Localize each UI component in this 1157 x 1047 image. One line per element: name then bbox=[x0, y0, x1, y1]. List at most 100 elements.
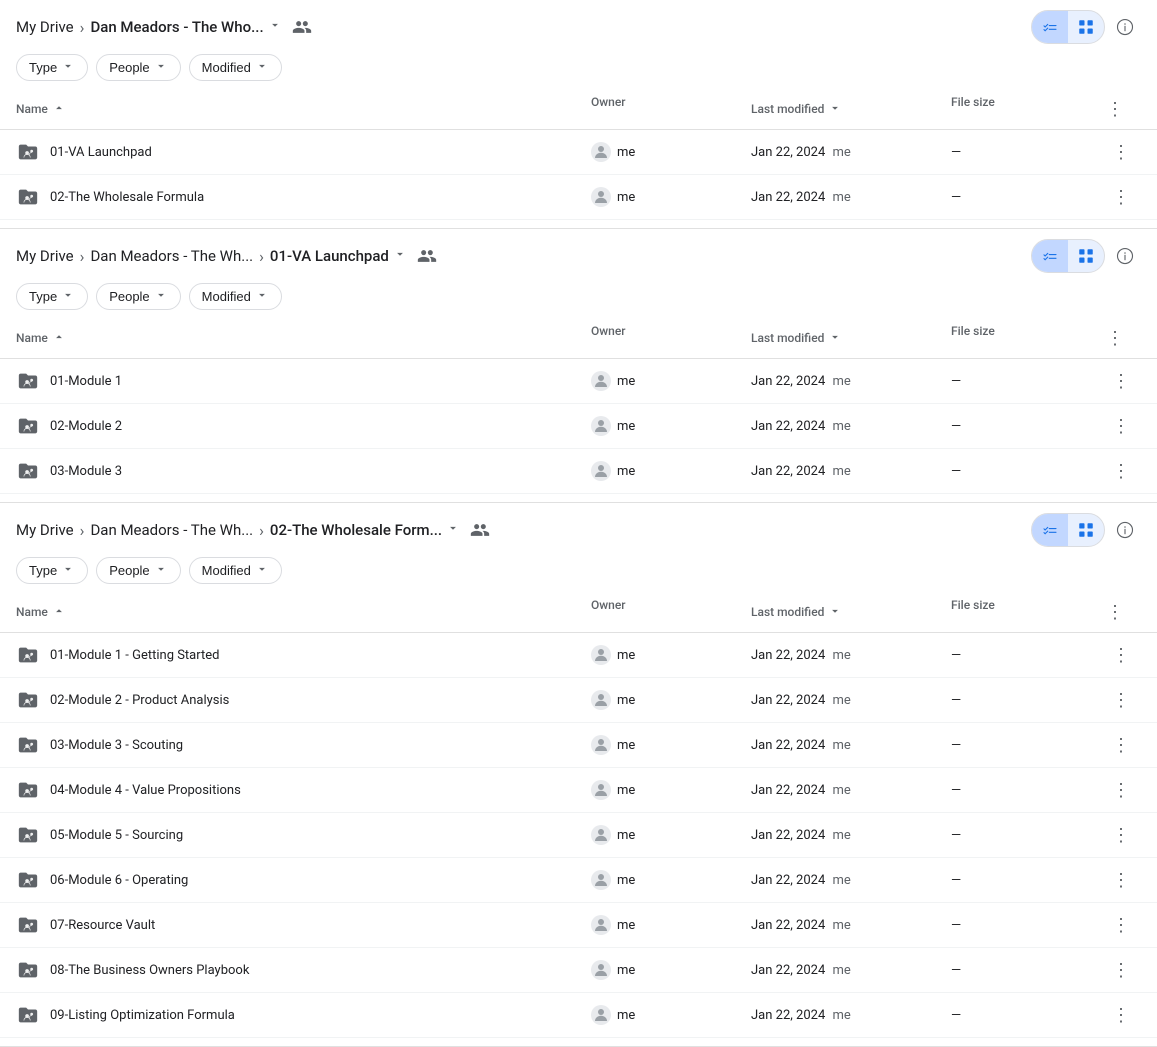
column-name[interactable]: Name bbox=[16, 598, 591, 626]
table-row[interactable]: 01-Module 1 me Jan 22, 2024 me — ⋮ bbox=[0, 359, 1157, 404]
breadcrumb-current[interactable]: 02-The Wholesale Form... bbox=[270, 521, 460, 539]
list-view-button[interactable] bbox=[1032, 514, 1068, 546]
cell-more: ⋮ bbox=[1101, 686, 1141, 714]
cell-owner: me bbox=[591, 645, 751, 665]
grid-view-button[interactable] bbox=[1068, 11, 1104, 43]
column-filesize: File size bbox=[951, 598, 1101, 626]
type-filter-button[interactable]: Type bbox=[16, 54, 88, 81]
more-options-button[interactable]: ⋮ bbox=[1107, 776, 1135, 804]
header-more-button[interactable]: ⋮ bbox=[1101, 598, 1129, 626]
folder-icon bbox=[16, 1003, 40, 1027]
avatar bbox=[591, 371, 611, 391]
more-options-button[interactable]: ⋮ bbox=[1107, 641, 1135, 669]
cell-name: 06-Module 6 - Operating bbox=[16, 868, 591, 892]
owner-name: me bbox=[617, 419, 635, 434]
breadcrumb-part-1[interactable]: Dan Meadors - The Wh... bbox=[90, 247, 253, 265]
table-row[interactable]: 08-The Business Owners Playbook me Jan 2… bbox=[0, 948, 1157, 993]
cell-modified: Jan 22, 2024 me bbox=[751, 1008, 951, 1023]
type-filter-button[interactable]: Type bbox=[16, 283, 88, 310]
column-owner: Owner bbox=[591, 95, 751, 123]
share-people-icon[interactable] bbox=[468, 518, 492, 542]
people-filter-arrow bbox=[154, 59, 168, 76]
cell-name: 02-Module 2 - Product Analysis bbox=[16, 688, 591, 712]
avatar bbox=[591, 142, 611, 162]
owner-name: me bbox=[617, 464, 635, 479]
table-row[interactable]: 02-Module 2 me Jan 22, 2024 me — ⋮ bbox=[0, 404, 1157, 449]
file-name: 03-Module 3 - Scouting bbox=[50, 738, 183, 753]
modified-filter-button[interactable]: Modified bbox=[189, 557, 282, 584]
people-filter-arrow bbox=[154, 288, 168, 305]
more-options-button[interactable]: ⋮ bbox=[1107, 821, 1135, 849]
breadcrumb-separator: › bbox=[80, 247, 85, 266]
header-more-button[interactable]: ⋮ bbox=[1101, 324, 1129, 352]
column-modified[interactable]: Last modified bbox=[751, 324, 951, 352]
more-options-button[interactable]: ⋮ bbox=[1107, 412, 1135, 440]
breadcrumb-current[interactable]: 01-VA Launchpad bbox=[270, 247, 407, 265]
grid-view-button[interactable] bbox=[1068, 514, 1104, 546]
grid-view-button[interactable] bbox=[1068, 240, 1104, 272]
share-people-icon[interactable] bbox=[415, 244, 439, 268]
folder-icon bbox=[16, 140, 40, 164]
list-view-button[interactable] bbox=[1032, 11, 1068, 43]
table-row[interactable]: 01-Module 1 - Getting Started me Jan 22,… bbox=[0, 633, 1157, 678]
breadcrumb-part-1[interactable]: Dan Meadors - The Wh... bbox=[90, 521, 253, 539]
people-filter-button[interactable]: People bbox=[96, 283, 180, 310]
modified-filter-arrow bbox=[255, 288, 269, 305]
more-options-button[interactable]: ⋮ bbox=[1107, 911, 1135, 939]
table-row[interactable]: 06-Module 6 - Operating me Jan 22, 2024 … bbox=[0, 858, 1157, 903]
cell-filesize: — bbox=[951, 693, 1101, 708]
cell-owner: me bbox=[591, 735, 751, 755]
column-name[interactable]: Name bbox=[16, 324, 591, 352]
more-options-button[interactable]: ⋮ bbox=[1107, 1001, 1135, 1029]
people-filter-button[interactable]: People bbox=[96, 54, 180, 81]
header-more-button[interactable]: ⋮ bbox=[1101, 95, 1129, 123]
modified-filter-button[interactable]: Modified bbox=[189, 283, 282, 310]
cell-modified: Jan 22, 2024 me bbox=[751, 918, 951, 933]
column-actions: ⋮ bbox=[1101, 324, 1141, 352]
column-modified[interactable]: Last modified bbox=[751, 95, 951, 123]
more-options-button[interactable]: ⋮ bbox=[1107, 367, 1135, 395]
info-button[interactable] bbox=[1109, 11, 1141, 43]
more-options-button[interactable]: ⋮ bbox=[1107, 457, 1135, 485]
info-button[interactable] bbox=[1109, 240, 1141, 272]
cell-filesize: — bbox=[951, 738, 1101, 753]
table-row[interactable]: 02-Module 2 - Product Analysis me Jan 22… bbox=[0, 678, 1157, 723]
breadcrumb-part-0[interactable]: My Drive bbox=[16, 18, 74, 36]
modified-filter-button[interactable]: Modified bbox=[189, 54, 282, 81]
table-row[interactable]: 01-VA Launchpad me Jan 22, 2024 me — ⋮ bbox=[0, 130, 1157, 175]
breadcrumb-part-0[interactable]: My Drive bbox=[16, 521, 74, 539]
cell-name: 03-Module 3 - Scouting bbox=[16, 733, 591, 757]
breadcrumb-part-0[interactable]: My Drive bbox=[16, 247, 74, 265]
modified-filter-arrow bbox=[255, 59, 269, 76]
type-filter-button[interactable]: Type bbox=[16, 557, 88, 584]
share-people-icon[interactable] bbox=[290, 15, 314, 39]
breadcrumb-current[interactable]: Dan Meadors - The Who... bbox=[90, 18, 281, 36]
avatar bbox=[591, 825, 611, 845]
cell-modified: Jan 22, 2024 me bbox=[751, 783, 951, 798]
table-row[interactable]: 09-Listing Optimization Formula me Jan 2… bbox=[0, 993, 1157, 1038]
cell-owner: me bbox=[591, 825, 751, 845]
more-options-button[interactable]: ⋮ bbox=[1107, 731, 1135, 759]
table-row[interactable]: 04-Module 4 - Value Propositions me Jan … bbox=[0, 768, 1157, 813]
cell-modified: Jan 22, 2024 me bbox=[751, 190, 951, 205]
table-row[interactable]: 03-Module 3 - Scouting me Jan 22, 2024 m… bbox=[0, 723, 1157, 768]
cell-name: 02-Module 2 bbox=[16, 414, 591, 438]
list-view-button[interactable] bbox=[1032, 240, 1068, 272]
file-name: 02-Module 2 bbox=[50, 419, 122, 434]
more-options-button[interactable]: ⋮ bbox=[1107, 183, 1135, 211]
table-row[interactable]: 05-Module 5 - Sourcing me Jan 22, 2024 m… bbox=[0, 813, 1157, 858]
more-options-button[interactable]: ⋮ bbox=[1107, 866, 1135, 894]
table-row[interactable]: 03-Module 3 me Jan 22, 2024 me — ⋮ bbox=[0, 449, 1157, 494]
table-row[interactable]: 07-Resource Vault me Jan 22, 2024 me — ⋮ bbox=[0, 903, 1157, 948]
column-name[interactable]: Name bbox=[16, 95, 591, 123]
column-modified[interactable]: Last modified bbox=[751, 598, 951, 626]
cell-more: ⋮ bbox=[1101, 866, 1141, 894]
file-name: 01-Module 1 - Getting Started bbox=[50, 648, 219, 663]
more-options-button[interactable]: ⋮ bbox=[1107, 686, 1135, 714]
people-filter-button[interactable]: People bbox=[96, 557, 180, 584]
more-options-button[interactable]: ⋮ bbox=[1107, 956, 1135, 984]
table-row[interactable]: 02-The Wholesale Formula me Jan 22, 2024… bbox=[0, 175, 1157, 220]
cell-more: ⋮ bbox=[1101, 457, 1141, 485]
info-button[interactable] bbox=[1109, 514, 1141, 546]
more-options-button[interactable]: ⋮ bbox=[1107, 138, 1135, 166]
